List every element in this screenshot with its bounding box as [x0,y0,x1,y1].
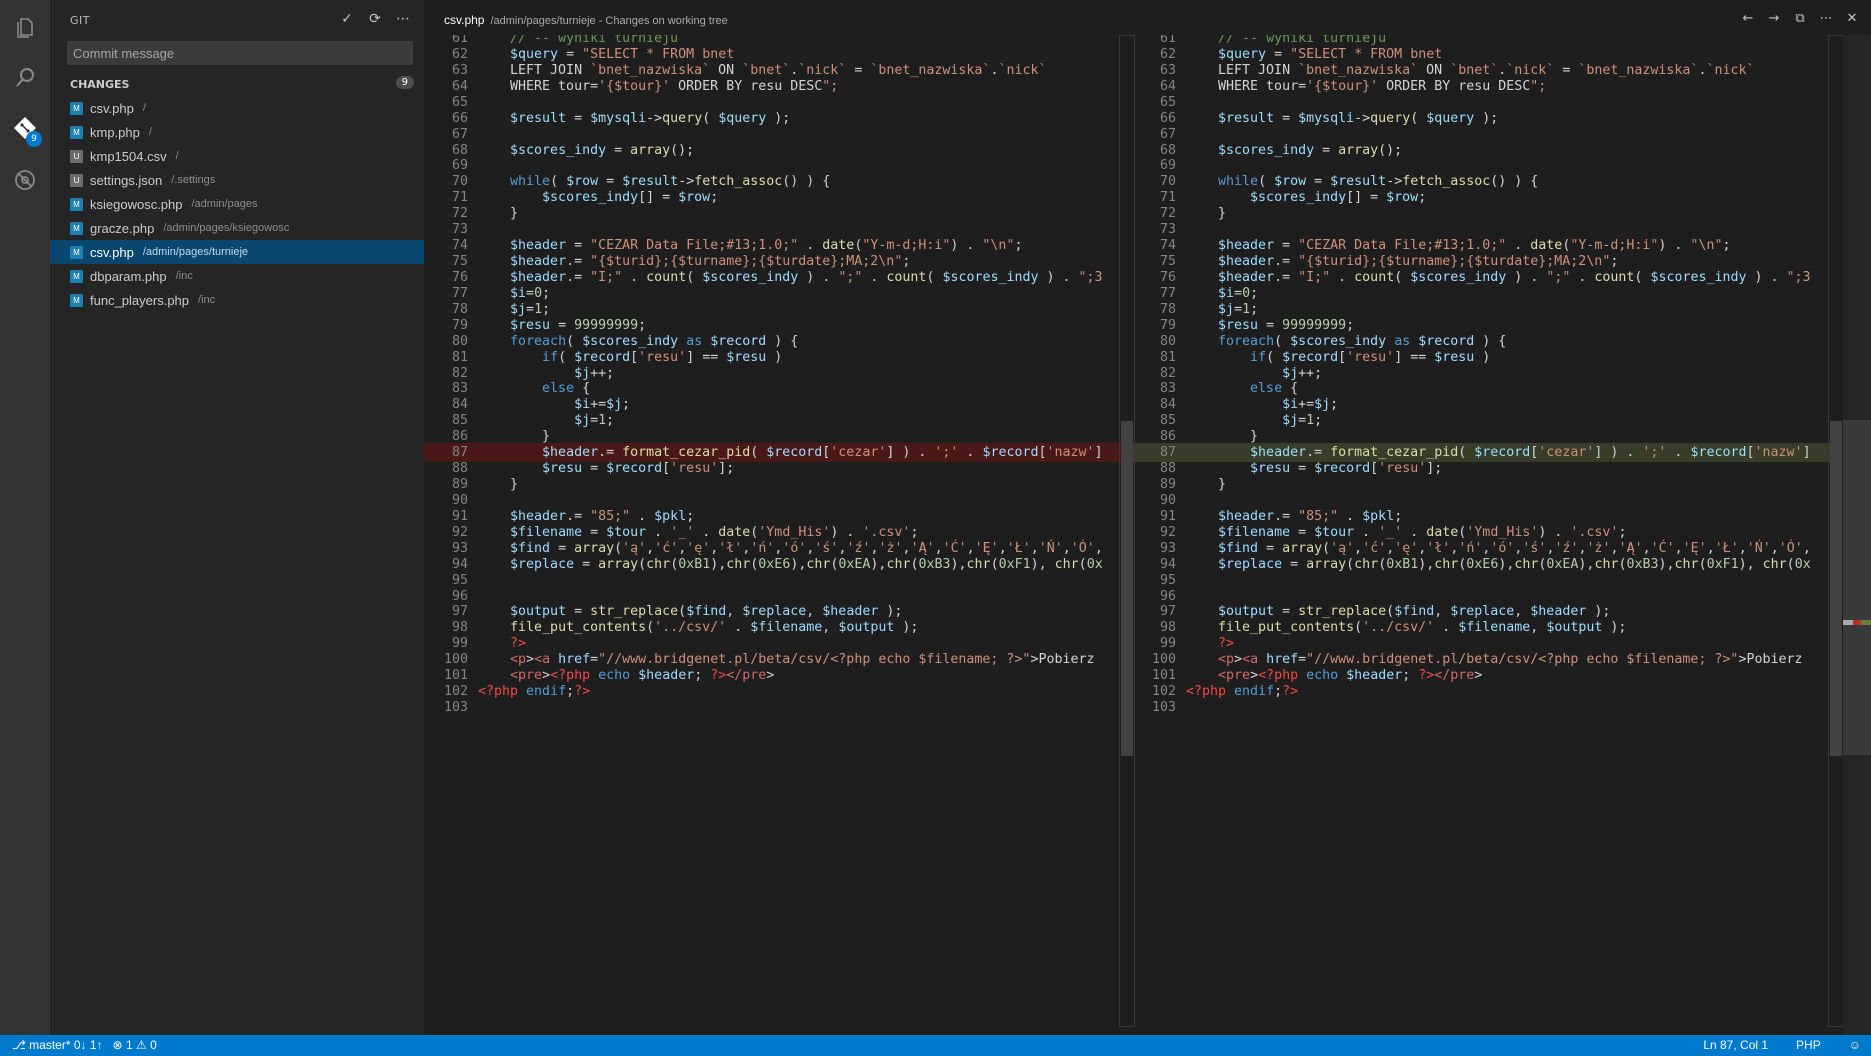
file-path: /admin/pages/ksiegowosc [163,222,290,234]
editor-filename: csv.php [444,13,485,27]
diff-overview-ruler[interactable] [1843,35,1871,1035]
explorer-icon[interactable] [13,16,37,40]
file-status-badge: M [70,245,83,259]
changed-file-item[interactable]: Mksiegowosc.php/admin/pages [50,192,424,216]
code-line[interactable]: 103 [424,698,1130,717]
editor-subtitle: /admin/pages/turnieje - Changes on worki… [490,15,728,27]
warning-icon: ⚠ [135,1038,147,1052]
file-status-badge: M [70,269,83,283]
changed-file-item[interactable]: Mgracze.php/admin/pages/ksiegowosc [50,216,424,240]
line-number: 103 [1151,700,1176,716]
refresh-icon[interactable]: ⟳ [366,10,384,28]
sync-status: 0↓ 1↑ [73,1038,103,1052]
changes-count-badge: 9 [395,76,414,89]
overview-viewport [1843,420,1871,755]
branch-status[interactable]: ⎇ master* 0↓ 1↑ [12,1038,103,1052]
scm-sidebar: GIT ✓ ⟳ ⋯ CHANGES 9 Mcsv.php/Mkmp.php/Uk… [50,0,424,1035]
file-name: kmp.php [90,124,140,140]
diff-original-pane[interactable]: 61 // -- wyniki turnieju 62 $query = "SEL… [424,35,1130,1035]
file-status-badge: M [70,101,83,115]
changed-file-item[interactable]: Mdbparam.php/inc [50,264,424,288]
more-icon[interactable]: ⋯ [394,10,412,28]
changed-file-item[interactable]: Mcsv.php / [50,96,424,120]
file-status-badge: U [70,149,83,163]
search-icon[interactable] [13,66,37,90]
file-name: csv.php [90,244,134,260]
editor-title-bar: csv.php/admin/pages/turnieje - Changes o… [424,0,1871,35]
file-path: /inc [175,270,193,282]
original-scrollbar[interactable] [1119,35,1135,1027]
file-name: settings.json [90,172,163,188]
commit-message-input[interactable] [67,41,413,65]
file-status-badge: M [70,293,83,307]
changes-label: CHANGES [70,78,130,91]
file-name: kmp1504.csv [90,148,167,164]
code-line[interactable]: 103 [1132,698,1830,717]
modified-scroll-thumb[interactable] [1830,421,1842,756]
problems-status[interactable]: ⊗ 1 ⚠ 0 [113,1038,157,1052]
scm-badge: 9 [26,131,42,147]
overview-cursor-mark [1843,620,1853,625]
file-status-badge: M [70,197,83,211]
error-count: 1 [125,1038,133,1052]
feedback-smiley-icon[interactable]: ☺ [1849,1038,1861,1052]
diff-modified-pane[interactable]: 61 // -- wyniki turnieju 62 $query = "SEL… [1132,35,1830,1035]
error-icon: ⊗ [112,1038,123,1052]
branch-icon: ⎇ [12,1038,26,1052]
open-file-icon[interactable]: ⧉ [1791,9,1809,27]
changed-file-item[interactable]: Mfunc_players.php/inc [50,288,424,312]
file-path: /admin/pages [191,198,258,210]
changed-files-list: Mcsv.php / Mkmp.php / Ukmp1504.csv / Usettings… [50,96,424,312]
file-path: / [175,150,179,162]
branch-name: master* [29,1038,71,1052]
overview-inserted-mark [1861,620,1871,625]
previous-change-icon[interactable]: ← [1739,9,1757,27]
debug-icon[interactable] [13,168,37,192]
changed-file-item[interactable]: Mkmp.php / [50,120,424,144]
warning-count: 0 [150,1038,157,1052]
file-status-badge: M [70,221,83,235]
file-name: ksiegowosc.php [90,196,183,212]
editor-title[interactable]: csv.php/admin/pages/turnieje - Changes o… [444,13,728,27]
file-path: /inc [198,294,216,306]
changes-header[interactable]: CHANGES 9 [70,76,422,92]
file-status-badge: U [70,173,83,187]
editor-actions: ← → ⧉ ⋯ ✕ [1739,9,1861,27]
more-actions-icon[interactable]: ⋯ [1817,9,1835,27]
file-status-badge: M [70,125,83,139]
close-icon[interactable]: ✕ [1843,9,1861,27]
changed-file-item[interactable]: Usettings.json /.settings [50,168,424,192]
modified-scrollbar[interactable] [1828,35,1844,1027]
next-change-icon[interactable]: → [1765,9,1783,27]
cursor-position[interactable]: Ln 87, Col 1 [1703,1038,1768,1052]
sidebar-title: GIT [70,14,90,27]
file-path: / [142,102,146,114]
file-name: gracze.php [90,220,155,236]
changed-file-item[interactable]: Mcsv.php/admin/pages/turnieje [50,240,424,264]
overview-deleted-mark [1853,620,1861,625]
language-mode[interactable]: PHP [1796,1038,1821,1052]
activity-bar: 9 [0,0,50,1035]
file-path: /admin/pages/turnieje [142,246,249,258]
file-name: func_players.php [90,292,190,308]
file-path: /.settings [171,174,216,186]
original-scroll-thumb[interactable] [1121,421,1133,756]
commit-check-icon[interactable]: ✓ [338,10,356,28]
line-number: 103 [443,700,468,716]
changed-file-item[interactable]: Ukmp1504.csv / [50,144,424,168]
file-name: dbparam.php [90,268,167,284]
scm-actions: ✓ ⟳ ⋯ [338,10,412,28]
file-name: csv.php [90,100,134,116]
file-path: / [148,126,152,138]
status-bar: ⎇ master* 0↓ 1↑ ⊗ 1 ⚠ 0 Ln 87, Col 1 PHP… [0,1035,1871,1056]
